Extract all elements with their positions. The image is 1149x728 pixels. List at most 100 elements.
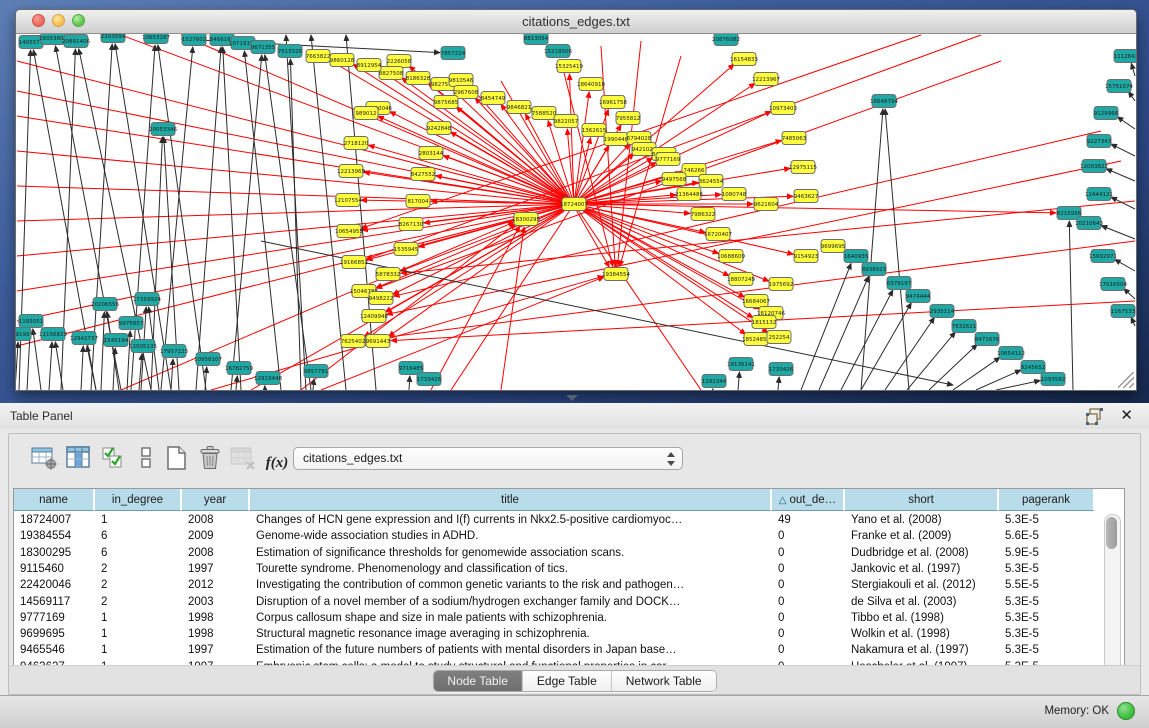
table-cell[interactable]: 1 (95, 610, 182, 626)
column-header-in_degree[interactable]: in_degree (95, 489, 182, 511)
table-cell[interactable]: 0 (772, 577, 845, 593)
window-titlebar[interactable]: citations_edges.txt (16, 10, 1136, 34)
table-cell[interactable]: 5.9E-5 (999, 545, 1095, 561)
table-cell[interactable]: 0 (772, 594, 845, 610)
table-cell[interactable]: Franke et al. (2009) (845, 528, 999, 544)
table-selector-dropdown[interactable]: citations_edges.txt (293, 447, 683, 470)
table-cell[interactable]: 5.3E-5 (999, 561, 1095, 577)
table-cell[interactable]: 5.5E-5 (999, 577, 1095, 593)
table-cell[interactable]: Tibbo et al. (1998) (845, 610, 999, 626)
table-cell[interactable]: 0 (772, 528, 845, 544)
table-cell[interactable]: 19384554 (14, 528, 95, 544)
table-cell[interactable]: Stergiakouli et al. (2012) (845, 577, 999, 593)
table-cell[interactable]: 22420046 (14, 577, 95, 593)
table-cell[interactable]: 0 (772, 545, 845, 561)
table-row[interactable]: 946554611997Estimation of the future num… (14, 642, 1124, 658)
table-cell[interactable]: 1997 (182, 561, 250, 577)
delete-attributes-button[interactable] (195, 444, 225, 474)
table-cell[interactable]: 14569117 (14, 594, 95, 610)
function-builder-button[interactable]: f(x) (262, 448, 292, 478)
table-cell[interactable]: 6 (95, 528, 182, 544)
column-header-out_de[interactable]: △out_de… (772, 489, 845, 511)
table-cell[interactable]: 9777169 (14, 610, 95, 626)
table-row[interactable]: 1872400712008Changes of HCN gene express… (14, 512, 1124, 528)
table-cell[interactable]: Estimation of significance thresholds fo… (250, 545, 772, 561)
new-table-button[interactable] (161, 444, 191, 474)
column-header-pagerank[interactable]: pagerank (999, 489, 1095, 511)
table-cell[interactable]: 2012 (182, 577, 250, 593)
table-cell[interactable]: 49 (772, 512, 845, 528)
split-pane-collapse-handle[interactable] (566, 395, 578, 401)
table-cell[interactable]: 2 (95, 561, 182, 577)
table-cell[interactable]: Tourette syndrome. Phenomenology and cla… (250, 561, 772, 577)
table-row[interactable]: 1456911722003Disruption of a novel membe… (14, 594, 1124, 610)
table-cell[interactable]: Wolkin et al. (1998) (845, 626, 999, 642)
select-all-button[interactable] (99, 444, 129, 474)
table-cell[interactable]: 1 (95, 642, 182, 658)
table-cell[interactable]: Nakamura et al. (1997) (845, 642, 999, 658)
table-cell[interactable]: Investigating the contribution of common… (250, 577, 772, 593)
table-row[interactable]: 977716911998Corpus callosum shape and si… (14, 610, 1124, 626)
table-cell[interactable]: 18300295 (14, 545, 95, 561)
table-row[interactable]: 2242004622012Investigating the contribut… (14, 577, 1124, 593)
table-cell[interactable]: 9115460 (14, 561, 95, 577)
graph-node-label: 2803144 (419, 151, 444, 157)
column-header-name[interactable]: name (14, 489, 95, 511)
table-cell[interactable]: 1997 (182, 642, 250, 658)
table-cell[interactable]: 9699695 (14, 626, 95, 642)
table-cell[interactable]: 5.3E-5 (999, 626, 1095, 642)
tab-node-table[interactable]: Node Table (433, 671, 523, 691)
unselect-all-button[interactable] (131, 444, 161, 474)
table-cell[interactable]: Jankovic et al. (1997) (845, 561, 999, 577)
memory-status-indicator[interactable] (1117, 702, 1135, 720)
table-cell[interactable]: Corpus callosum shape and size in male p… (250, 610, 772, 626)
table-cell[interactable]: 2009 (182, 528, 250, 544)
table-cell[interactable]: 2 (95, 577, 182, 593)
column-header-short[interactable]: short (845, 489, 999, 511)
table-cell[interactable]: 5.3E-5 (999, 512, 1095, 528)
table-row[interactable]: 1830029562008Estimation of significance … (14, 545, 1124, 561)
table-cell[interactable]: 5.6E-5 (999, 528, 1095, 544)
float-panel-icon[interactable] (1086, 408, 1103, 425)
table-cell[interactable]: 18724007 (14, 512, 95, 528)
table-cell[interactable]: 5.3E-5 (999, 610, 1095, 626)
table-cell[interactable]: Changes of HCN gene expression and I(f) … (250, 512, 772, 528)
table-row[interactable]: 969969511998Structural magnetic resonanc… (14, 626, 1124, 642)
network-canvas[interactable]: 1872400722260588827508818632898275089810… (16, 34, 1136, 390)
table-cell[interactable]: 5.3E-5 (999, 594, 1095, 610)
table-cell[interactable]: 0 (772, 626, 845, 642)
vertical-scrollbar[interactable] (1104, 514, 1121, 674)
table-cell[interactable]: Estimation of the future numbers of pati… (250, 642, 772, 658)
window-resize-grip[interactable] (1118, 372, 1134, 388)
table-cell[interactable]: 2008 (182, 512, 250, 528)
table-cell[interactable]: 1 (95, 626, 182, 642)
browse-table-button[interactable] (29, 444, 59, 474)
table-cell[interactable]: 2003 (182, 594, 250, 610)
table-cell[interactable]: 0 (772, 561, 845, 577)
table-cell[interactable]: Structural magnetic resonance image aver… (250, 626, 772, 642)
table-cell[interactable]: 6 (95, 545, 182, 561)
table-row[interactable]: 911546021997Tourette syndrome. Phenomeno… (14, 561, 1124, 577)
table-cell[interactable]: Genome-wide association studies in ADHD. (250, 528, 772, 544)
table-cell[interactable]: Yano et al. (2008) (845, 512, 999, 528)
table-cell[interactable]: de Silva et al. (2003) (845, 594, 999, 610)
table-cell[interactable]: 2 (95, 594, 182, 610)
table-cell[interactable]: Disruption of a novel member of a sodium… (250, 594, 772, 610)
tab-network-table[interactable]: Network Table (612, 671, 716, 691)
table-cell[interactable]: 1998 (182, 626, 250, 642)
table-row[interactable]: 1938455462009Genome-wide association stu… (14, 528, 1124, 544)
table-cell[interactable]: 1998 (182, 610, 250, 626)
table-cell[interactable]: 0 (772, 610, 845, 626)
table-cell[interactable]: 9465546 (14, 642, 95, 658)
column-header-title[interactable]: title (250, 489, 772, 511)
table-cell[interactable]: 5.3E-5 (999, 642, 1095, 658)
close-panel-icon[interactable]: ✕ (1120, 406, 1133, 424)
scrollbar-thumb[interactable] (1106, 517, 1117, 549)
show-columns-button[interactable] (64, 444, 94, 474)
table-cell[interactable]: 2008 (182, 545, 250, 561)
table-cell[interactable]: 0 (772, 642, 845, 658)
tab-edge-table[interactable]: Edge Table (523, 671, 612, 691)
table-cell[interactable]: 1 (95, 512, 182, 528)
table-cell[interactable]: Dudbridge et al. (2008) (845, 545, 999, 561)
column-header-year[interactable]: year (182, 489, 250, 511)
